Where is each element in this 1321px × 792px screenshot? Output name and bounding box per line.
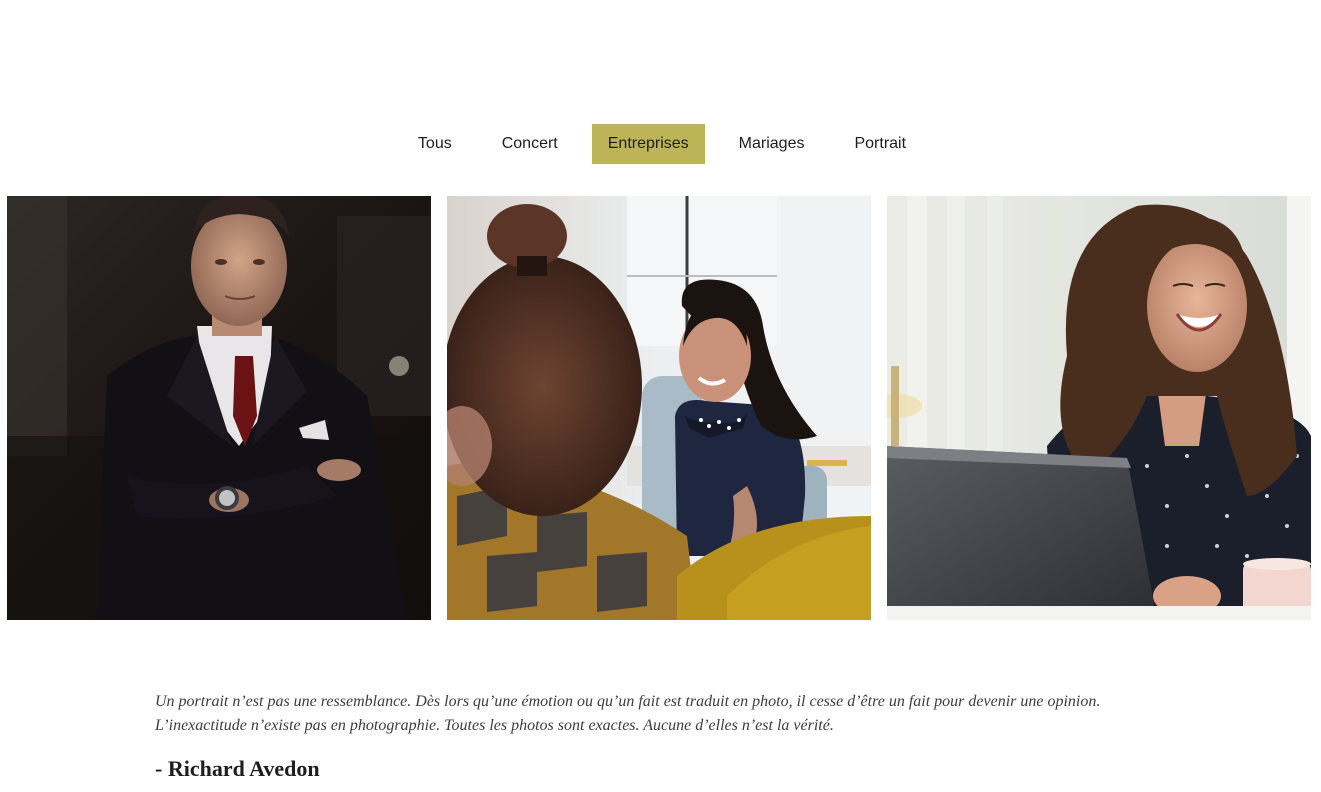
gallery-photo-meeting[interactable] [447, 196, 871, 620]
filter-portrait[interactable]: Portrait [838, 124, 922, 164]
filter-tous[interactable]: Tous [402, 124, 468, 164]
meeting-photo-image [447, 196, 871, 620]
laptop-woman-photo-image [887, 196, 1311, 620]
filter-entreprises[interactable]: Entreprises [591, 124, 705, 164]
quote-author: - Richard Avedon [155, 756, 320, 781]
gallery-photo-laptop-woman[interactable] [887, 196, 1311, 620]
photo-gallery [7, 196, 1311, 620]
filter-concert[interactable]: Concert [486, 124, 574, 164]
category-filter-bar: Tous Concert Entreprises Mariages Portra… [0, 124, 1321, 164]
quote-line-2: L’inexactitude n’existe pas en photograp… [155, 717, 834, 734]
quote-line-1: Un portrait n’est pas une ressemblance. … [155, 693, 1101, 710]
filter-mariages[interactable]: Mariages [723, 124, 821, 164]
quote-section: Un portrait n’est pas une ressemblance. … [155, 690, 1175, 782]
businessman-photo-image [7, 196, 431, 620]
gallery-photo-businessman[interactable] [7, 196, 431, 620]
portfolio-page: Tous Concert Entreprises Mariages Portra… [0, 0, 1321, 792]
